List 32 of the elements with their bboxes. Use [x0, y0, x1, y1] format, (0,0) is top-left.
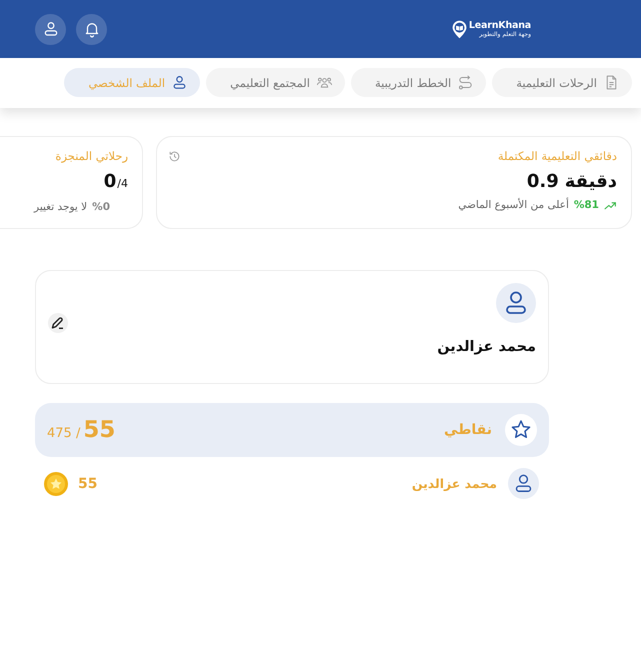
user-avatar-icon — [508, 468, 539, 499]
points-label: نقاطي — [444, 422, 492, 438]
leader-name: محمد عزالدين — [412, 476, 497, 491]
nav-tab[interactable]: الخطط التدريبية — [351, 68, 486, 97]
stat-title: رحلاتي المنجزة — [55, 148, 128, 164]
change-note: أعلى من الأسبوع الماضي — [458, 198, 569, 212]
points-value: 55 — [83, 416, 116, 444]
user-icon — [171, 74, 188, 91]
leader-points: 55 — [78, 476, 98, 492]
edit-button[interactable] — [48, 313, 68, 333]
change-percent: %0 — [92, 200, 110, 214]
stat-title: دقائقي التعليمية المكتملة — [498, 148, 617, 164]
pencil-icon — [48, 313, 68, 333]
stat-value: 0.9 — [526, 170, 559, 194]
logo-name: LearnKhana — [468, 20, 531, 30]
profile-name: محمد عزالدين — [437, 338, 536, 357]
stat-total: /4 — [117, 176, 128, 192]
trend-up-icon — [604, 200, 617, 210]
logo-pin-icon — [452, 20, 467, 38]
route-icon — [457, 74, 474, 91]
nav-tab[interactable]: الرحلات التعليمية — [492, 68, 632, 97]
stat-value: 0 — [104, 170, 116, 194]
history-icon — [168, 150, 181, 163]
stat-unit: دقيقة — [564, 170, 617, 194]
coin-icon — [44, 472, 68, 496]
points-total: / 475 — [47, 426, 80, 441]
nav-tab[interactable]: المجتمع التعليمي — [206, 68, 346, 97]
change-percent: %81 — [574, 198, 599, 212]
change-note: لا يوجد تغيير — [34, 200, 88, 214]
user-avatar-icon — [496, 283, 536, 323]
notifications-button[interactable] — [76, 14, 107, 44]
profile-button[interactable] — [35, 14, 66, 44]
